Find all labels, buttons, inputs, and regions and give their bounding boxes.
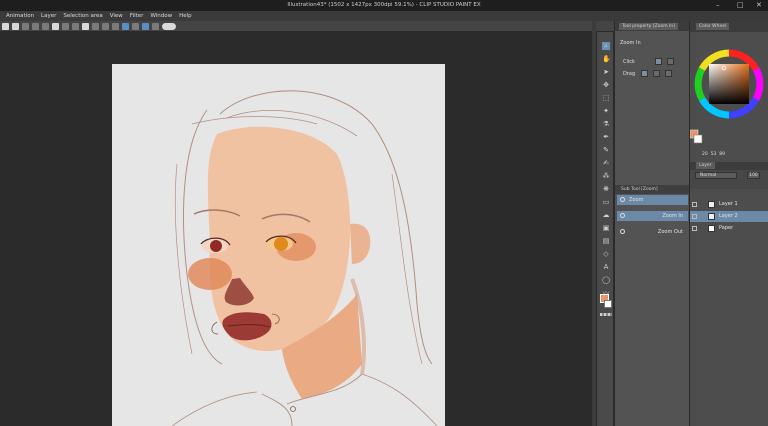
right-panel: Color Wheel 20 53 89 Layer Normal 100 La…	[689, 21, 768, 426]
click-zoom-in-icon[interactable]	[655, 58, 662, 65]
menu-view[interactable]: View	[110, 13, 130, 19]
redo-icon[interactable]	[42, 22, 49, 30]
gradient-tool-icon[interactable]: ▤	[602, 237, 610, 245]
auto-select-icon[interactable]: ✦	[602, 107, 610, 115]
click-label: Click	[623, 59, 635, 65]
tool-palette: ⌕ ✋ ➤ ✥ ⬚ ✦ ⚗ ✒ ✎ ✍ ⁂ ❋ ▭ ☁ ▣ ▤ ◇ A ◯ 〰	[596, 32, 614, 426]
fill-tool-icon[interactable]: ▣	[602, 224, 610, 232]
sub-tool-zoom[interactable]: Zoom	[617, 195, 688, 205]
layer-item-layer-2[interactable]: Layer 2	[690, 211, 768, 222]
window-title: Illustration43* (1502 x 1427px 300dpi 59…	[287, 2, 481, 8]
v-value: 89	[719, 152, 725, 157]
deselect-icon[interactable]	[72, 22, 79, 30]
zoom-out-icon	[620, 229, 625, 234]
eraser-tool-icon[interactable]: ▭	[602, 198, 610, 206]
menu-selection-area[interactable]: Selection area	[63, 13, 109, 19]
layer-item-layer-1[interactable]: Layer 1	[690, 199, 768, 210]
minimize-button[interactable]: –	[716, 1, 720, 9]
save-icon[interactable]	[22, 22, 29, 30]
hsv-values: 20 53 89	[702, 152, 725, 157]
transparent-color-swatch[interactable]	[600, 313, 612, 316]
zoom-icon	[620, 197, 625, 202]
snap-grid-icon[interactable]	[132, 22, 139, 30]
sub-tool-tab[interactable]: Sub Tool [Zoom]	[615, 185, 690, 194]
layer-tabbar: Layer	[690, 162, 768, 170]
title-bar: Illustration43* (1502 x 1427px 300dpi 59…	[0, 0, 768, 11]
fill-icon[interactable]	[92, 22, 99, 30]
brush-tool-icon[interactable]: ✍	[602, 159, 610, 167]
zoom-tool-icon[interactable]: ⌕	[602, 42, 610, 50]
color-wheel[interactable]	[690, 32, 768, 150]
menu-animation[interactable]: Animation	[6, 13, 41, 19]
click-zoom-out-icon[interactable]	[667, 58, 674, 65]
drag-option-2-icon[interactable]	[653, 70, 660, 77]
blend-mode-select[interactable]: Normal	[695, 172, 737, 179]
eyedropper-icon[interactable]: ⚗	[602, 120, 610, 128]
invert-selection-icon[interactable]	[82, 22, 89, 30]
pencil-tool-icon[interactable]: ✎	[602, 146, 610, 154]
snap-special-ruler-icon[interactable]	[142, 22, 149, 30]
color-wheel-tab[interactable]: Color Wheel	[696, 23, 730, 30]
eye-icon[interactable]	[692, 226, 697, 231]
operation-tool-icon[interactable]: ➤	[602, 68, 610, 76]
layer-name: Layer 1	[719, 201, 738, 207]
layer-item-paper[interactable]: Paper	[690, 223, 768, 234]
decoration-tool-icon[interactable]: ❋	[602, 185, 610, 193]
canvas-paper[interactable]	[112, 64, 445, 426]
cloud-icon[interactable]	[162, 22, 176, 30]
zoom-in-icon	[620, 213, 625, 218]
open-file-icon[interactable]	[12, 22, 19, 30]
layer-thumbnail	[708, 213, 715, 220]
text-tool-icon[interactable]: A	[602, 263, 610, 271]
layer-toolbar	[690, 180, 768, 189]
hand-tool-icon[interactable]: ✋	[602, 55, 611, 63]
close-button[interactable]: ✕	[756, 1, 762, 9]
snap-ruler-icon[interactable]	[122, 22, 129, 30]
eye-icon[interactable]	[692, 202, 697, 207]
balloon-tool-icon[interactable]: ◯	[602, 276, 610, 284]
layer-name: Paper	[719, 225, 734, 231]
move-layer-icon[interactable]: ✥	[602, 81, 610, 89]
opacity-input[interactable]: 100	[747, 172, 760, 179]
sub-color-swatch[interactable]	[604, 300, 612, 308]
drag-option-1-icon[interactable]	[641, 70, 648, 77]
color-wheel-tabbar: Color Wheel	[690, 21, 768, 32]
settings-icon[interactable]	[152, 22, 159, 30]
airbrush-tool-icon[interactable]: ⁂	[602, 172, 610, 180]
tool-property-tab[interactable]: Tool property [Zoom In]	[619, 22, 678, 30]
menu-layer[interactable]: Layer	[41, 13, 63, 19]
selection-tool-icon[interactable]: ⬚	[602, 94, 610, 102]
h-value: 20	[702, 152, 708, 157]
layer-name: Layer 2	[719, 213, 738, 219]
menu-help[interactable]: Help	[179, 13, 199, 19]
crop-icon[interactable]	[102, 22, 109, 30]
canvas-area[interactable]	[0, 32, 592, 426]
menu-window[interactable]: Window	[150, 13, 179, 19]
tool-property-tabbar: Tool property [Zoom In]	[615, 21, 689, 31]
layer-blend-row: Normal 100	[690, 170, 768, 180]
new-file-icon[interactable]	[2, 22, 9, 30]
drag-option-3-icon[interactable]	[665, 70, 672, 77]
sub-tool-zoom-in[interactable]: Zoom In	[617, 211, 688, 221]
s-value: 53	[710, 152, 717, 157]
tool-property-title: Zoom In	[620, 40, 641, 46]
tool-property-panel: Tool property [Zoom In] Zoom In Click Dr…	[614, 21, 690, 426]
eye-icon[interactable]	[692, 214, 697, 219]
menu-filter[interactable]: Filter	[130, 13, 151, 19]
pen-tool-icon[interactable]: ✒	[602, 133, 610, 141]
sub-tool-zoom-out[interactable]: Zoom Out	[617, 227, 688, 237]
layer-thumbnail	[708, 201, 715, 208]
layer-tab[interactable]: Layer	[696, 162, 715, 169]
menu-bar: Animation Layer Selection area View Filt…	[0, 11, 768, 21]
layer-thumbnail	[708, 225, 715, 232]
illustration	[171, 90, 438, 426]
snap-icon[interactable]	[112, 22, 119, 30]
blend-tool-icon[interactable]: ☁	[602, 211, 610, 219]
transform-icon[interactable]	[62, 22, 69, 30]
drag-label: Drag	[623, 71, 636, 77]
maximize-button[interactable]: □	[737, 1, 744, 9]
clear-icon[interactable]	[52, 22, 59, 30]
figure-tool-icon[interactable]: ◇	[602, 250, 610, 258]
undo-icon[interactable]	[32, 22, 39, 30]
